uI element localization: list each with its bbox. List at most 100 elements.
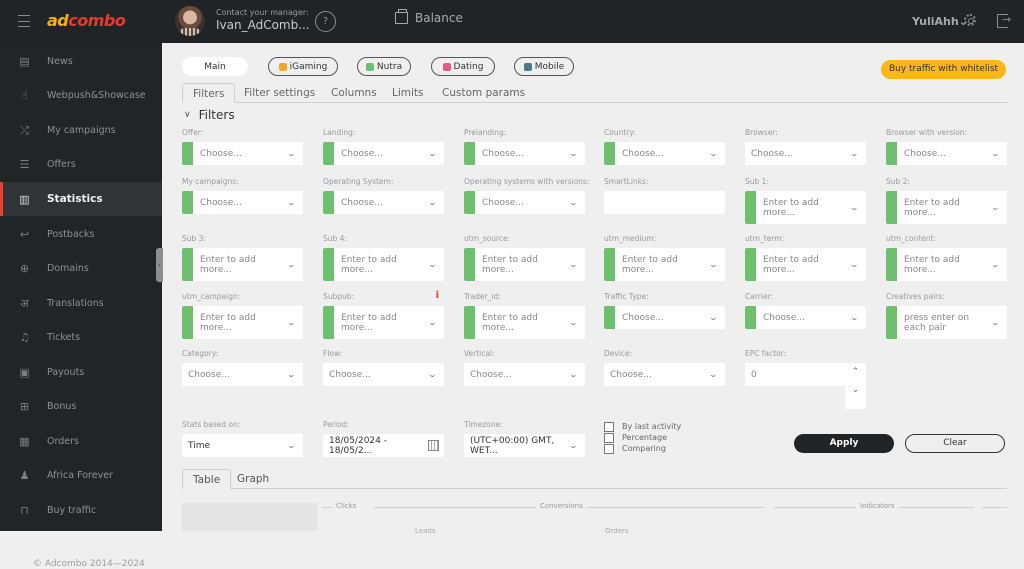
- chevron-down-icon[interactable]: ⌄: [709, 149, 718, 158]
- sidebar-item-orders[interactable]: ▦ Orders: [0, 424, 162, 458]
- add-filter-plus-icon[interactable]: [886, 142, 897, 165]
- checkbox-percentage[interactable]: Percentage: [604, 432, 681, 443]
- sidebar-item-buy-traffic[interactable]: ⊓ Buy traffic: [0, 493, 162, 527]
- chevron-down-icon[interactable]: ⌄: [850, 260, 859, 269]
- chevron-down-icon[interactable]: ⌄: [428, 149, 437, 158]
- utm-campaign-select[interactable]: Enter to add more... ⌄: [182, 306, 303, 339]
- chevron-down-icon[interactable]: ⌄: [287, 198, 296, 207]
- chevron-down-icon[interactable]: ⌄: [709, 370, 718, 379]
- prelanding-select[interactable]: Choose... ⌄: [464, 142, 585, 165]
- sidebar-item-domains[interactable]: ⊕ Domains: [0, 251, 162, 285]
- add-filter-plus-icon[interactable]: [182, 191, 193, 214]
- chevron-down-icon[interactable]: ⌄: [991, 260, 1000, 269]
- chevron-down-icon[interactable]: ⌄: [428, 260, 437, 269]
- traffic-type-select[interactable]: Choose... ⌄: [604, 306, 725, 329]
- chevron-down-icon[interactable]: ⌄: [850, 203, 859, 212]
- offer-select[interactable]: Choose... ⌄: [182, 142, 303, 165]
- sidebar-item-translations[interactable]: अ Translations: [0, 286, 162, 320]
- add-filter-plus-icon[interactable]: [182, 248, 193, 281]
- gear-icon[interactable]: [964, 14, 976, 26]
- landing-select[interactable]: Choose... ⌄: [323, 142, 444, 165]
- add-filter-plus-icon[interactable]: [604, 142, 615, 165]
- add-filter-plus-icon[interactable]: [182, 142, 193, 165]
- vertical-pill-igaming[interactable]: iGaming: [268, 57, 338, 76]
- chevron-down-icon[interactable]: ⌄: [428, 198, 437, 207]
- sidebar-item-news[interactable]: ▤ News: [0, 44, 162, 78]
- add-filter-plus-icon[interactable]: [886, 191, 897, 224]
- chevron-down-icon[interactable]: ⌄: [428, 370, 437, 379]
- add-filter-plus-icon[interactable]: [464, 306, 475, 339]
- chevron-down-icon[interactable]: ⌄: [709, 313, 718, 322]
- smartlinks-select[interactable]: [604, 191, 725, 214]
- trader-id-select[interactable]: Enter to add more... ⌄: [464, 306, 585, 339]
- chevron-down-icon[interactable]: ⌄: [287, 149, 296, 158]
- stats-based-on-select[interactable]: Time ⌄: [182, 434, 303, 457]
- sidebar-item-tickets[interactable]: ♫ Tickets: [0, 320, 162, 354]
- add-filter-plus-icon[interactable]: [182, 306, 193, 339]
- period-select[interactable]: 18/05/2024 - 18/05/2...: [323, 434, 444, 457]
- sidebar-item-statistics[interactable]: ▥ Statistics: [0, 182, 162, 216]
- chevron-down-icon[interactable]: ⌄: [569, 370, 578, 379]
- chevron-down-icon[interactable]: ⌄: [569, 318, 578, 327]
- checkbox-box[interactable]: [604, 421, 614, 432]
- vertical-pill-main[interactable]: Main: [182, 57, 248, 76]
- tab-filter-settings[interactable]: Filter settings: [244, 83, 315, 103]
- chevron-down-icon[interactable]: ⌄: [850, 313, 859, 322]
- spin-up-icon[interactable]: ⌃: [845, 363, 866, 381]
- chevron-down-icon[interactable]: ⌄: [569, 260, 578, 269]
- add-filter-plus-icon[interactable]: [745, 248, 756, 281]
- tab-graph[interactable]: Graph: [237, 469, 269, 489]
- add-filter-plus-icon[interactable]: [464, 191, 475, 214]
- sidebar-item-postbacks[interactable]: ↩ Postbacks: [0, 217, 162, 251]
- carrier-select[interactable]: Choose... ⌄: [745, 306, 866, 329]
- chevron-down-icon[interactable]: ⌄: [287, 260, 296, 269]
- sub-2-select[interactable]: Enter to add more... ⌄: [886, 191, 1007, 224]
- add-filter-plus-icon[interactable]: [886, 306, 897, 339]
- number-spinner[interactable]: ⌃ ⌄: [845, 363, 866, 409]
- chevron-down-icon[interactable]: ⌄: [569, 198, 578, 207]
- add-filter-plus-icon[interactable]: [323, 248, 334, 281]
- chevron-down-icon[interactable]: ⌄: [287, 370, 296, 379]
- chevron-down-icon[interactable]: ⌄: [991, 203, 1000, 212]
- sidebar-item-webpush-showcase[interactable]: ☝ Webpush&Showcase: [0, 78, 162, 112]
- hamburger-menu-icon[interactable]: [18, 15, 30, 27]
- add-filter-plus-icon[interactable]: [886, 248, 897, 281]
- add-filter-plus-icon[interactable]: [745, 306, 756, 329]
- calendar-icon[interactable]: [428, 440, 439, 451]
- sidebar-item-africa-forever[interactable]: ♟ Africa Forever: [0, 458, 162, 492]
- chevron-down-icon[interactable]: ⌄: [991, 318, 1000, 327]
- adcombo-logo[interactable]: adcombo: [47, 11, 126, 30]
- operating-systems-with-versions-select[interactable]: Choose... ⌄: [464, 191, 585, 214]
- utm-medium-select[interactable]: Enter to add more... ⌄: [604, 248, 725, 281]
- tab-custom-params[interactable]: Custom params: [442, 83, 525, 103]
- sidebar-item-my-campaigns[interactable]: ⤮ My campaigns: [0, 113, 162, 147]
- add-filter-plus-icon[interactable]: [604, 306, 615, 329]
- tab-limits[interactable]: Limits: [392, 83, 424, 103]
- creatives-pairs-select[interactable]: press enter on each pair ⌄: [886, 306, 1007, 339]
- add-filter-plus-icon[interactable]: [323, 142, 334, 165]
- spin-down-icon[interactable]: ⌄: [845, 381, 866, 399]
- sub-4-select[interactable]: Enter to add more... ⌄: [323, 248, 444, 281]
- vertical-pill-nutra[interactable]: Nutra: [357, 57, 411, 76]
- checkbox-box[interactable]: [604, 432, 614, 443]
- buy-traffic-whitelist-button[interactable]: Buy traffic with whitelist: [881, 60, 1006, 79]
- info-icon[interactable]: i: [436, 290, 439, 301]
- tab-filters[interactable]: Filters: [182, 83, 236, 103]
- browser-select[interactable]: Choose... ⌄: [745, 142, 866, 165]
- vertical-pill-mobile[interactable]: Mobile: [514, 57, 574, 76]
- tab-table[interactable]: Table: [182, 469, 232, 489]
- column-header[interactable]: Orders: [605, 527, 629, 535]
- apply-button[interactable]: Apply: [794, 434, 894, 453]
- country-select[interactable]: Choose... ⌄: [604, 142, 725, 165]
- add-filter-plus-icon[interactable]: [323, 191, 334, 214]
- manager-name[interactable]: Ivan_AdComb...: [216, 18, 310, 32]
- vertical-select[interactable]: Choose... ⌄: [464, 363, 585, 386]
- add-filter-plus-icon[interactable]: [323, 306, 334, 339]
- balance-button[interactable]: Balance: [395, 9, 463, 25]
- sub-3-select[interactable]: Enter to add more... ⌄: [182, 248, 303, 281]
- sidebar-item-offers[interactable]: ☰ Offers: [0, 147, 162, 181]
- chevron-down-icon[interactable]: ⌄: [569, 149, 578, 158]
- chevron-down-icon[interactable]: ⌄: [287, 441, 296, 450]
- column-header[interactable]: Leads: [415, 527, 435, 535]
- checkbox-comparing[interactable]: Comparing: [604, 443, 681, 454]
